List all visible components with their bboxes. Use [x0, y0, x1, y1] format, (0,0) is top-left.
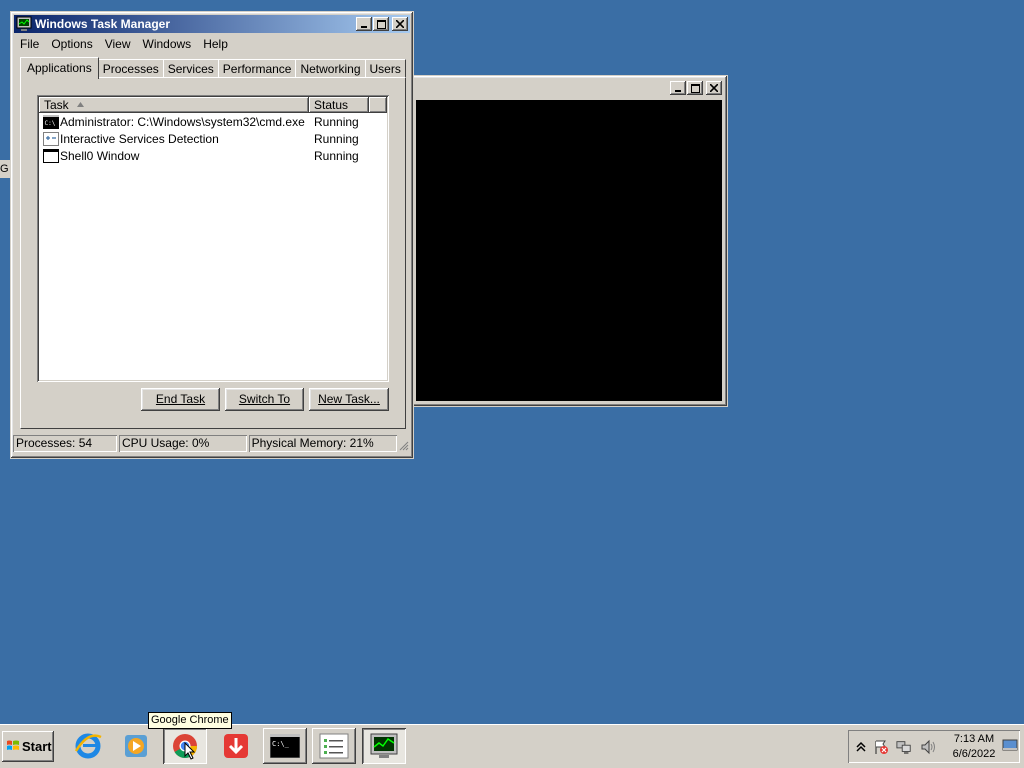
task-list[interactable]: Task Status C:\ Administrator: C:\Window… [37, 95, 389, 382]
sort-ascending-icon [77, 102, 84, 107]
column-filler [369, 97, 387, 113]
task-name: Interactive Services Detection [60, 132, 219, 146]
minimize-icon [361, 26, 367, 28]
table-row[interactable]: C:\ Administrator: C:\Windows\system32\c… [41, 114, 385, 131]
network-icon[interactable] [896, 739, 912, 755]
start-button[interactable]: Start [2, 731, 54, 762]
action-center-flag-icon[interactable] [873, 739, 889, 755]
task-status: Running [314, 149, 359, 163]
table-row[interactable]: Shell0 Window Running [41, 148, 385, 165]
windows-logo-icon [7, 740, 19, 750]
new-task-button[interactable]: New Task... [309, 388, 389, 411]
tab-users[interactable]: Users [364, 59, 406, 78]
close-button[interactable] [392, 17, 408, 31]
download-icon [224, 734, 248, 758]
task-manager-icon [370, 733, 398, 758]
menu-options[interactable]: Options [45, 34, 98, 54]
close-button[interactable] [706, 81, 722, 95]
minimize-button[interactable] [670, 81, 686, 95]
volume-icon[interactable] [920, 739, 936, 755]
maximize-button[interactable] [373, 17, 389, 31]
menu-file[interactable]: File [14, 34, 45, 54]
console-output[interactable] [416, 100, 722, 401]
switch-to-button[interactable]: Switch To [225, 388, 304, 411]
end-task-label: End Task [155, 392, 206, 406]
task-status: Running [314, 132, 359, 146]
taskbar: Start C:\_ 7:13 AM 6/6/2022 [0, 724, 1024, 768]
tab-performance[interactable]: Performance [217, 59, 297, 78]
list-header: Task Status [39, 97, 387, 113]
tab-processes[interactable]: Processes [97, 59, 164, 78]
clock-date: 6/6/2022 [952, 748, 996, 760]
tab-applications[interactable]: Applications [20, 57, 99, 79]
svg-text:C:\: C:\ [45, 120, 56, 127]
chrome-tooltip: Google Chrome [148, 712, 232, 729]
status-processes: Processes: 54 [13, 435, 117, 452]
window-icon [43, 149, 59, 163]
taskbar-chrome[interactable] [163, 728, 207, 764]
tab-networking[interactable]: Networking [295, 59, 366, 78]
minimize-icon [675, 90, 681, 92]
desktop-icon-fragment: G [0, 160, 10, 178]
end-task-button[interactable]: End Task [141, 388, 220, 411]
media-player-icon [125, 735, 147, 757]
menu-view[interactable]: View [99, 34, 137, 54]
clock-time: 7:13 AM [953, 733, 995, 745]
menu-windows[interactable]: Windows [137, 34, 198, 54]
list-rows: C:\ Administrator: C:\Windows\system32\c… [41, 114, 385, 165]
ie-icon [74, 733, 102, 759]
notepad-list-icon [319, 733, 349, 759]
new-task-label: New Task... [318, 392, 380, 406]
task-status: Running [314, 115, 359, 129]
cmd-icon: C:\_ [270, 734, 300, 758]
maximize-icon [690, 83, 700, 93]
switch-to-label: Switch To [238, 392, 291, 406]
close-icon [396, 20, 404, 28]
console-window[interactable] [410, 75, 728, 407]
status-cpu: CPU Usage: 0% [119, 435, 247, 452]
maximize-icon [376, 19, 386, 29]
tab-services[interactable]: Services [162, 59, 219, 78]
show-hidden-icons-icon[interactable] [853, 739, 869, 755]
column-status-label: Status [314, 98, 349, 112]
show-desktop-icon[interactable] [1002, 738, 1018, 754]
resize-grip-icon[interactable] [399, 441, 409, 451]
mouse-cursor-icon [184, 742, 196, 760]
start-label: Start [22, 739, 52, 754]
console-titlebar[interactable] [414, 79, 724, 97]
close-icon [710, 84, 718, 92]
services-icon [43, 132, 59, 146]
task-name: Administrator: C:\Windows\system32\cmd.e… [60, 115, 305, 129]
minimize-button[interactable] [356, 17, 372, 31]
task-name: Shell0 Window [60, 149, 140, 163]
column-task[interactable]: Task [39, 97, 309, 113]
clock[interactable]: 7:13 AM 6/6/2022 [946, 732, 1002, 762]
taskbar-download[interactable] [214, 728, 258, 764]
system-tray: 7:13 AM 6/6/2022 [848, 730, 1020, 763]
menu-help[interactable]: Help [197, 34, 234, 54]
maximize-button[interactable] [687, 81, 703, 95]
status-bar: Processes: 54 CPU Usage: 0% Physical Mem… [13, 435, 409, 453]
task-manager-titlebar[interactable]: Windows Task Manager [14, 15, 410, 33]
taskbar-task-manager[interactable] [362, 728, 406, 764]
taskbar-cmd[interactable]: C:\_ [263, 728, 307, 764]
status-memory: Physical Memory: 21% [249, 435, 397, 452]
menu-bar: File Options View Windows Help [14, 34, 410, 54]
taskbar-ie[interactable] [66, 728, 110, 764]
tab-strip: Applications Processes Services Performa… [20, 56, 406, 79]
column-status[interactable]: Status [309, 97, 369, 113]
table-row[interactable]: Interactive Services Detection Running [41, 131, 385, 148]
taskbar-media-player[interactable] [114, 728, 158, 764]
svg-text:C:\_: C:\_ [272, 740, 290, 748]
task-manager-icon [16, 16, 32, 31]
column-task-label: Task [44, 98, 69, 112]
cmd-icon: C:\ [43, 115, 59, 129]
window-title: Windows Task Manager [35, 17, 171, 31]
taskbar-list-app[interactable] [312, 728, 356, 764]
